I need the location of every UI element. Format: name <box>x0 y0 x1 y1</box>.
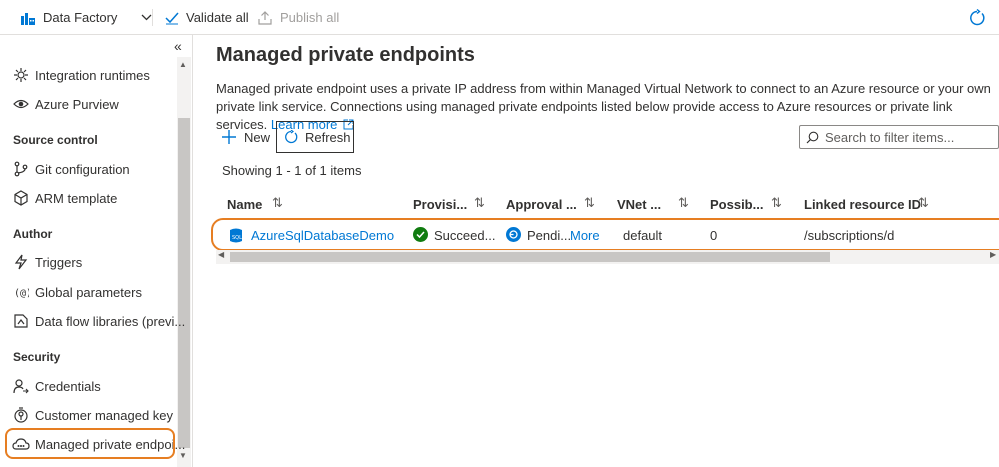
new-label: New <box>244 129 271 145</box>
library-icon <box>12 312 30 330</box>
sort-icon[interactable]: ⇅ <box>771 195 782 211</box>
sidebar-item-customer-managed-key[interactable]: Customer managed key <box>12 403 173 427</box>
toolbar-divider <box>152 9 153 26</box>
publish-all-label: Publish all <box>280 10 340 25</box>
section-source-control: Source control <box>13 133 98 147</box>
refresh-label: Refresh <box>305 129 351 145</box>
scroll-left-icon[interactable]: ◀ <box>218 250 224 259</box>
refresh-icon <box>284 130 298 144</box>
sort-icon[interactable]: ⇅ <box>678 195 689 211</box>
refresh-status-button[interactable] <box>968 0 986 35</box>
sidebar-item-integration-runtimes[interactable]: Integration runtimes <box>12 63 150 87</box>
section-security: Security <box>13 350 61 364</box>
collapse-sidebar-icon[interactable]: « <box>174 38 182 54</box>
plus-icon <box>222 130 236 144</box>
factory-name: Data Factory <box>43 10 118 25</box>
column-header-vnet[interactable]: VNet ... <box>617 192 661 216</box>
sidebar-item-label: Customer managed key <box>35 407 174 423</box>
column-header-approval[interactable]: Approval ... <box>506 192 577 216</box>
factory-selector[interactable]: Data Factory <box>20 0 152 35</box>
sidebar-item-git-configuration[interactable]: Git configuration <box>12 157 130 181</box>
validate-all-button[interactable]: Validate all <box>164 0 249 35</box>
sidebar-item-triggers[interactable]: Triggers <box>12 250 82 274</box>
sidebar-item-label: Triggers <box>35 254 83 270</box>
sidebar-item-label: Integration runtimes <box>35 67 150 83</box>
sidebar-item-label: Azure Purview <box>35 96 119 112</box>
key-icon <box>12 406 30 424</box>
sort-icon[interactable]: ⇅ <box>918 195 929 211</box>
sidebar-item-label: Data flow libraries (previ... <box>35 313 186 329</box>
sort-icon[interactable]: ⇅ <box>474 195 485 211</box>
section-author: Author <box>13 227 53 241</box>
new-button[interactable]: New <box>222 121 270 153</box>
publish-icon <box>258 10 272 25</box>
sidebar-item-label: Git configuration <box>35 161 130 177</box>
eye-icon <box>12 95 30 113</box>
chevron-down-icon <box>141 14 152 21</box>
item-count: Showing 1 - 1 of 1 items <box>222 163 362 178</box>
table-scroll-thumb[interactable] <box>230 252 830 262</box>
svg-text:(@): (@) <box>14 288 29 299</box>
sidebar-scroll-thumb[interactable] <box>178 118 190 448</box>
lightning-icon <box>12 253 30 271</box>
validate-check-icon <box>164 10 180 26</box>
scroll-right-icon[interactable]: ▶ <box>990 250 996 259</box>
sidebar-item-azure-purview[interactable]: Azure Purview <box>12 92 119 116</box>
refresh-button[interactable]: Refresh <box>284 121 351 153</box>
sidebar-item-label: ARM template <box>35 190 118 206</box>
sidebar-item-credentials[interactable]: Credentials <box>12 374 101 398</box>
integration-runtime-icon <box>12 66 30 84</box>
refresh-circle-icon <box>968 8 986 27</box>
sidebar-highlight-annotation <box>5 428 175 459</box>
cube-icon <box>12 189 30 207</box>
data-factory-icon <box>20 10 36 26</box>
column-header-linked-resource-id[interactable]: Linked resource ID <box>804 192 921 216</box>
column-header-name[interactable]: Name <box>227 192 262 216</box>
credentials-icon <box>12 377 30 395</box>
sidebar-item-label: Credentials <box>35 378 101 394</box>
search-box[interactable] <box>799 125 999 149</box>
sidebar-item-arm-template[interactable]: ARM template <box>12 186 117 210</box>
search-icon <box>806 131 819 144</box>
scroll-up-icon[interactable]: ▲ <box>179 60 187 69</box>
sidebar-item-data-flow-libraries[interactable]: Data flow libraries (previ... <box>12 309 185 333</box>
search-input[interactable] <box>825 129 995 145</box>
column-header-provisioning[interactable]: Provisi... <box>413 192 467 216</box>
validate-all-label: Validate all <box>186 10 249 25</box>
parameters-icon: (@) <box>12 283 30 301</box>
publish-all-button[interactable]: Publish all <box>258 0 339 35</box>
column-header-possible[interactable]: Possib... <box>710 192 763 216</box>
sidebar-item-label: Global parameters <box>35 284 142 300</box>
sort-icon[interactable]: ⇅ <box>584 195 595 211</box>
sort-icon[interactable]: ⇅ <box>272 195 283 211</box>
row-highlight-annotation <box>211 218 999 251</box>
page-title: Managed private endpoints <box>216 44 475 66</box>
git-icon <box>12 160 30 178</box>
top-toolbar: Data Factory Validate all Publish all <box>0 0 999 35</box>
sidebar-item-global-parameters[interactable]: (@) Global parameters <box>12 280 142 304</box>
